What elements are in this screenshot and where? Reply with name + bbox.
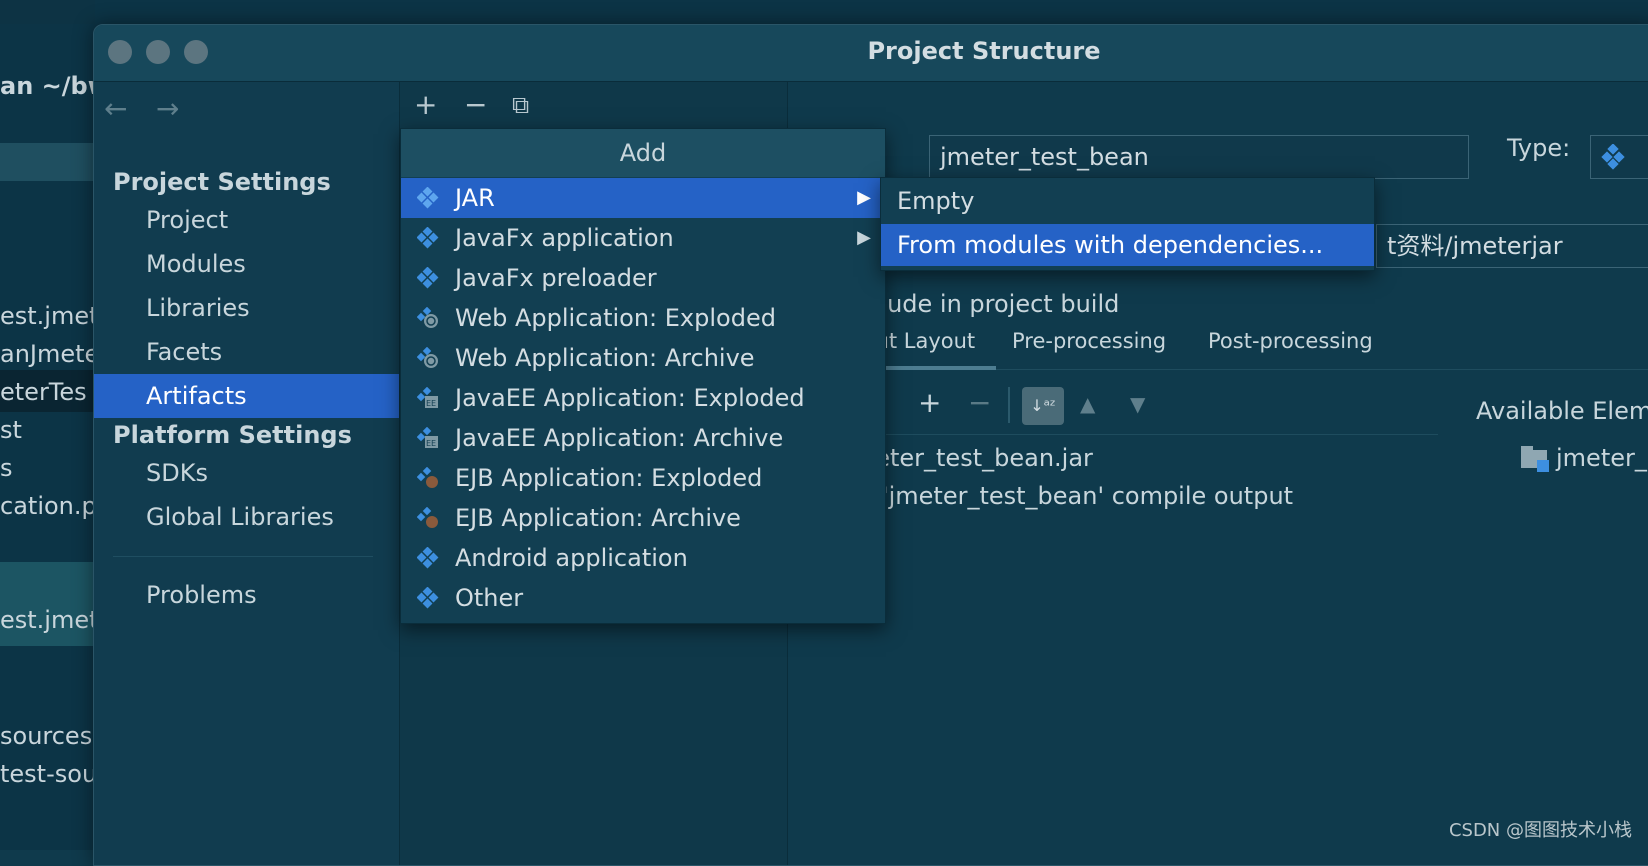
menu-item-jar[interactable]: JAR ▶ xyxy=(401,178,885,218)
submenu-item-from-modules[interactable]: From modules with dependencies... xyxy=(881,224,1374,266)
artifact-diamond-icon xyxy=(1601,144,1625,170)
menu-item-label: JavaEE Application: Archive xyxy=(455,424,784,452)
sidebar: ← → Project Settings Project Modules Lib… xyxy=(94,82,400,865)
forward-arrow-icon[interactable]: → xyxy=(156,92,179,125)
tree-item-compile-output[interactable]: 'jmeter_test_bean' compile output xyxy=(882,482,1293,510)
menu-item-other[interactable]: Other xyxy=(401,578,885,618)
folder-icon xyxy=(1521,446,1549,472)
include-in-build-checkbox-label[interactable]: nclude in project build xyxy=(852,290,1119,318)
sidebar-item-libraries[interactable]: Libraries xyxy=(94,286,399,330)
ejb-artifact-icon xyxy=(417,507,438,528)
menu-item-ejb-archive[interactable]: EJB Application: Archive xyxy=(401,498,885,538)
menu-item-label: JavaEE Application: Exploded xyxy=(455,384,805,412)
sidebar-item-modules[interactable]: Modules xyxy=(94,242,399,286)
menu-item-label: JAR xyxy=(455,184,495,212)
bg-file[interactable]: test-sou xyxy=(0,760,97,788)
menu-item-javaee-archive[interactable]: EE JavaEE Application: Archive xyxy=(401,418,885,458)
bg-file[interactable]: s xyxy=(0,454,13,482)
javaee-artifact-icon: EE xyxy=(417,427,438,448)
dialog-title: Project Structure xyxy=(867,37,1101,65)
bg-file[interactable]: eterTes xyxy=(0,378,87,406)
add-icon[interactable]: + xyxy=(414,88,437,121)
menu-item-ejb-exploded[interactable]: EJB Application: Exploded xyxy=(401,458,885,498)
menu-item-label: EJB Application: Exploded xyxy=(455,464,763,492)
sidebar-item-facets[interactable]: Facets xyxy=(94,330,399,374)
menu-item-label: JavaFx application xyxy=(455,224,674,252)
bg-file[interactable]: est.jmet xyxy=(0,302,99,330)
submenu-arrow-icon: ▶ xyxy=(857,187,871,208)
bg-file[interactable]: anJmete xyxy=(0,340,99,368)
remove-icon[interactable]: − xyxy=(464,88,487,121)
artifact-diamond-icon xyxy=(417,547,439,569)
add-element-icon[interactable]: + xyxy=(918,386,941,419)
remove-element-icon[interactable]: − xyxy=(968,386,991,419)
web-artifact-icon xyxy=(417,347,438,368)
bg-file[interactable]: est.jmet xyxy=(0,606,99,634)
bg-file[interactable]: st xyxy=(0,416,22,444)
name-field[interactable]: jmeter_test_bean xyxy=(929,135,1469,179)
svg-text:EE: EE xyxy=(426,399,436,408)
sidebar-item-project[interactable]: Project xyxy=(94,198,399,242)
menu-item-javaee-exploded[interactable]: EE JavaEE Application: Exploded xyxy=(401,378,885,418)
menu-item-label: Web Application: Archive xyxy=(455,344,755,372)
type-select[interactable] xyxy=(1590,135,1648,179)
sidebar-item-artifacts[interactable]: Artifacts xyxy=(94,374,399,418)
menu-item-web-archive[interactable]: Web Application: Archive xyxy=(401,338,885,378)
menu-item-android-application[interactable]: Android application xyxy=(401,538,885,578)
submenu-item-empty[interactable]: Empty xyxy=(881,180,1374,222)
bg-highlight-row xyxy=(0,143,95,181)
type-label: Type: xyxy=(1507,134,1571,162)
artifact-diamond-icon xyxy=(417,267,439,289)
submenu-arrow-icon: ▶ xyxy=(857,227,871,248)
bg-file[interactable]: sources xyxy=(0,722,92,750)
copy-icon[interactable]: ⧉ xyxy=(512,91,529,119)
menu-item-javafx-preloader[interactable]: JavaFx preloader xyxy=(401,258,885,298)
sidebar-item-sdks[interactable]: SDKs xyxy=(94,451,399,495)
available-tree-item[interactable]: jmeter_ xyxy=(1556,444,1647,472)
svg-text:EE: EE xyxy=(426,439,436,448)
sidebar-divider xyxy=(113,556,373,557)
jar-submenu: Empty From modules with dependencies... xyxy=(880,177,1375,271)
menu-item-label: Other xyxy=(455,584,524,612)
toolbar-separator xyxy=(1008,387,1010,423)
sidebar-item-global-libraries[interactable]: Global Libraries xyxy=(94,495,399,539)
title-bar: Project Structure xyxy=(94,25,1648,82)
javaee-artifact-icon: EE xyxy=(417,387,438,408)
artifact-diamond-icon xyxy=(417,187,439,209)
available-elements-label: Available Elem xyxy=(1476,397,1648,425)
platform-settings-header: Platform Settings xyxy=(113,421,352,449)
sort-az-icon[interactable]: ↓ᵃᶻ xyxy=(1022,387,1064,425)
menu-item-label: EJB Application: Archive xyxy=(455,504,741,532)
tree-item-jar[interactable]: neter_test_bean.jar xyxy=(860,444,1093,472)
ejb-artifact-icon xyxy=(417,467,438,488)
watermark: CSDN @图图技术小栈 xyxy=(1448,820,1632,841)
menu-item-label: Android application xyxy=(455,544,688,572)
artifact-diamond-icon xyxy=(417,587,439,609)
artifact-diamond-icon xyxy=(417,227,439,249)
web-artifact-icon xyxy=(417,307,438,328)
menu-item-label: Web Application: Exploded xyxy=(455,304,776,332)
project-settings-header: Project Settings xyxy=(113,168,331,196)
tab-post-processing[interactable]: Post-processing xyxy=(1208,329,1373,353)
menu-item-web-exploded[interactable]: Web Application: Exploded xyxy=(401,298,885,338)
tab-pre-processing[interactable]: Pre-processing xyxy=(1012,329,1166,353)
menu-item-label: JavaFx preloader xyxy=(455,264,657,292)
move-down-icon[interactable]: ▼ xyxy=(1130,392,1145,416)
menu-item-javafx-application[interactable]: JavaFx application ▶ xyxy=(401,218,885,258)
sidebar-item-problems[interactable]: Problems xyxy=(94,573,399,617)
bg-tabbar xyxy=(0,0,95,24)
move-up-icon[interactable]: ▲ xyxy=(1080,392,1095,416)
output-directory-field[interactable]: t资料/jmeterjar xyxy=(1376,224,1648,268)
bg-file[interactable]: cation.p xyxy=(0,492,97,520)
add-menu-header: Add xyxy=(401,129,885,177)
back-arrow-icon[interactable]: ← xyxy=(104,92,127,125)
add-artifact-menu: Add JAR ▶ JavaFx application ▶ JavaFx pr… xyxy=(400,128,886,624)
